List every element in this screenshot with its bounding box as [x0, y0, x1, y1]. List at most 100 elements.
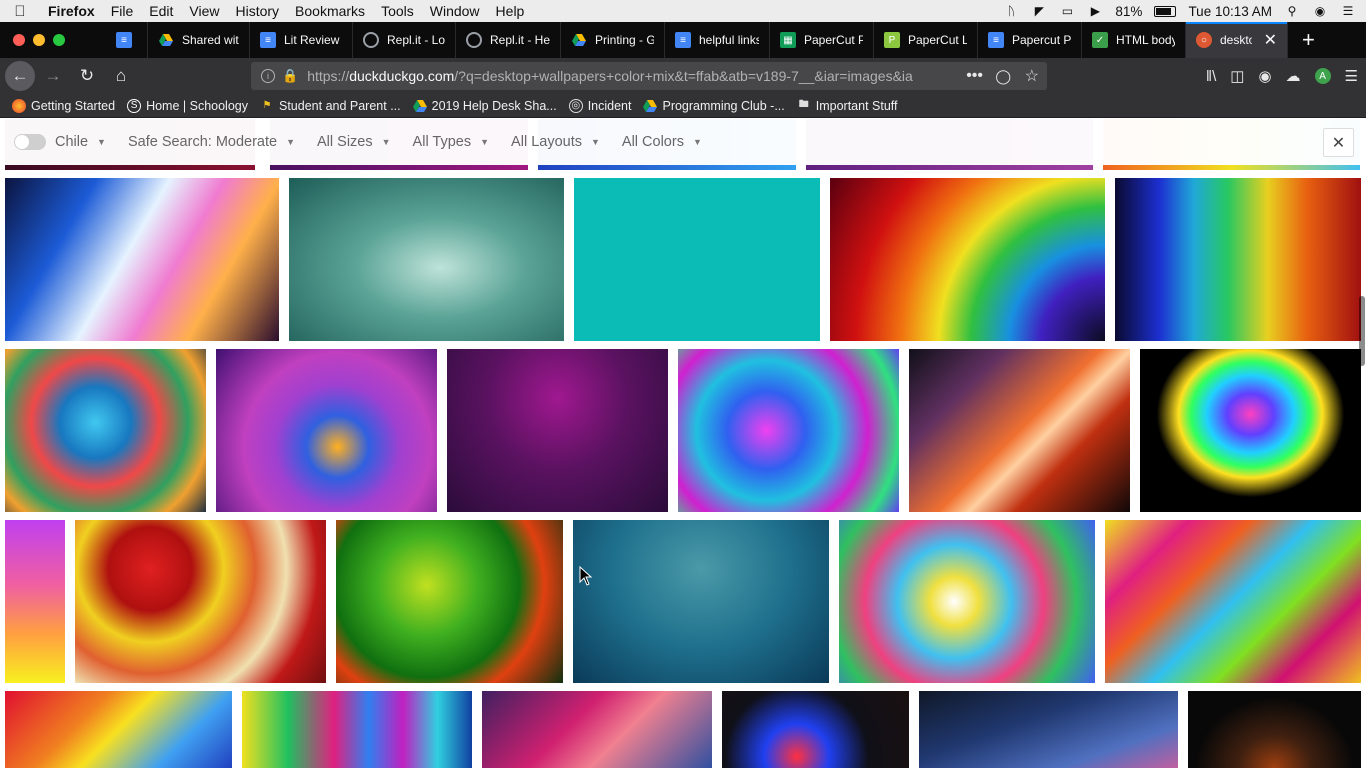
- reload-button[interactable]: ↻: [71, 60, 103, 92]
- tab-desktop-active[interactable]: ○ desktop ✕: [1186, 22, 1288, 58]
- home-button[interactable]: ⌂: [105, 60, 137, 92]
- sidebar-icon[interactable]: ◫: [1230, 67, 1244, 85]
- tab-replit-log[interactable]: Repl.it - Log: [353, 22, 456, 58]
- tab-shared-with[interactable]: Shared with: [148, 22, 250, 58]
- image-result-thumbnail[interactable]: [75, 520, 326, 683]
- battery-icon[interactable]: [1154, 5, 1177, 17]
- tab-helpful-links[interactable]: ≡ helpful links: [665, 22, 770, 58]
- image-result-thumbnail[interactable]: [482, 691, 712, 768]
- menu-window[interactable]: Window: [422, 3, 488, 19]
- tab-html-body[interactable]: ✓ HTML body: [1082, 22, 1186, 58]
- page-actions-icon[interactable]: •••: [966, 67, 983, 85]
- back-button[interactable]: ←: [5, 61, 35, 91]
- image-result-thumbnail[interactable]: [242, 691, 472, 768]
- image-result-thumbnail[interactable]: [1115, 178, 1361, 341]
- bookmark-help-desk[interactable]: 2019 Help Desk Sha...: [412, 99, 557, 113]
- image-result-thumbnail[interactable]: [839, 520, 1095, 683]
- menu-view[interactable]: View: [181, 3, 227, 19]
- menu-history[interactable]: History: [227, 3, 287, 19]
- secure-lock-icon[interactable]: 🔒: [282, 68, 298, 84]
- siri-icon[interactable]: ◉: [1312, 4, 1328, 18]
- image-result-thumbnail[interactable]: [1140, 349, 1361, 512]
- image-result-thumbnail[interactable]: [5, 520, 65, 683]
- bookmark-student-parent[interactable]: ⚑ Student and Parent ...: [260, 99, 401, 113]
- tab-replit-help[interactable]: Repl.it - Hel: [456, 22, 561, 58]
- types-dropdown[interactable]: All Types ▼: [413, 134, 490, 150]
- region-toggle[interactable]: [14, 134, 46, 150]
- sizes-dropdown[interactable]: All Sizes ▼: [317, 134, 391, 150]
- image-result-thumbnail[interactable]: [1188, 691, 1361, 768]
- battery-percent[interactable]: 81%: [1115, 4, 1142, 19]
- chevron-down-icon: ▼: [480, 137, 490, 147]
- image-result-thumbnail[interactable]: [573, 520, 829, 683]
- url-text[interactable]: https://duckduckgo.com/?q=desktop+wallpa…: [307, 68, 957, 84]
- image-result-thumbnail[interactable]: [447, 349, 668, 512]
- menu-help[interactable]: Help: [488, 3, 533, 19]
- wifi-icon[interactable]: ◤: [1031, 4, 1047, 18]
- colors-dropdown[interactable]: All Colors ▼: [622, 134, 702, 150]
- bookmark-schoology[interactable]: S Home | Schoology: [127, 98, 248, 113]
- notification-center-icon[interactable]: ☰: [1340, 4, 1356, 18]
- menu-bookmarks[interactable]: Bookmarks: [287, 3, 373, 19]
- image-result-thumbnail[interactable]: [5, 691, 232, 768]
- bluetooth-icon[interactable]: ᚢ: [1003, 4, 1019, 18]
- minimize-window-button[interactable]: [33, 34, 45, 46]
- close-window-button[interactable]: [13, 34, 25, 46]
- tab-printing[interactable]: Printing - G: [561, 22, 665, 58]
- close-tab-icon[interactable]: ✕: [1264, 30, 1277, 50]
- menu-clock[interactable]: Tue 10:13 AM: [1188, 4, 1272, 19]
- image-result-thumbnail[interactable]: [919, 691, 1178, 768]
- image-result-thumbnail[interactable]: [336, 520, 563, 683]
- bookmark-incident[interactable]: ◎ Incident: [568, 98, 631, 113]
- image-result-thumbnail[interactable]: [5, 349, 206, 512]
- apple-menu-icon[interactable]: : [0, 3, 40, 20]
- bookmark-getting-started[interactable]: Getting Started: [12, 98, 115, 113]
- tab-papercut-doc[interactable]: ≡ Papercut Pr: [978, 22, 1082, 58]
- pocket-icon[interactable]: ◯: [995, 68, 1011, 85]
- volume-icon[interactable]: ▶: [1087, 4, 1103, 18]
- menu-tools[interactable]: Tools: [373, 3, 422, 19]
- bookmark-star-icon[interactable]: ☆: [1025, 66, 1039, 86]
- safe-search-label: Safe Search: Moderate: [127, 134, 278, 150]
- image-result-thumbnail[interactable]: [1105, 520, 1361, 683]
- papercut-icon: P: [884, 32, 900, 48]
- tab-lit-review[interactable]: ≡ Lit Review -: [250, 22, 353, 58]
- menu-file[interactable]: File: [103, 3, 142, 19]
- tab-pinned-docs[interactable]: ≡: [106, 22, 148, 58]
- image-result-thumbnail[interactable]: [830, 178, 1105, 341]
- region-dropdown[interactable]: Chile ▼: [55, 134, 106, 150]
- account-icon[interactable]: ◉: [1258, 67, 1271, 85]
- bookmark-important-stuff[interactable]: 🖿 Important Stuff: [797, 99, 898, 113]
- site-info-icon[interactable]: i: [261, 69, 275, 83]
- menu-app-name[interactable]: Firefox: [40, 3, 103, 19]
- new-tab-button[interactable]: +: [1288, 27, 1329, 53]
- fullscreen-window-button[interactable]: [53, 34, 65, 46]
- hamburger-menu-icon[interactable]: ☰: [1345, 67, 1358, 85]
- image-result-thumbnail[interactable]: [678, 349, 899, 512]
- url-bar[interactable]: i 🔒 https://duckduckgo.com/?q=desktop+wa…: [251, 62, 1047, 90]
- bookmark-label: Programming Club -...: [662, 98, 785, 113]
- image-result-thumbnail[interactable]: [216, 349, 437, 512]
- tab-label: Printing - G: [595, 33, 654, 47]
- bookmark-programming-club[interactable]: Programming Club -...: [643, 98, 785, 113]
- extension-icon[interactable]: ☁: [1286, 67, 1301, 85]
- firefox-icon: [12, 98, 26, 113]
- globe-icon: ◎: [568, 98, 583, 113]
- forward-button[interactable]: →: [37, 60, 69, 92]
- page-scrollbar-thumb[interactable]: [1359, 296, 1365, 366]
- airplay-icon[interactable]: ▭: [1059, 4, 1075, 18]
- tab-papercut-pr[interactable]: ▦ PaperCut Pr: [770, 22, 874, 58]
- tab-papercut-lo[interactable]: P PaperCut Lo: [874, 22, 978, 58]
- close-filters-button[interactable]: ✕: [1323, 128, 1354, 157]
- image-result-thumbnail[interactable]: [574, 178, 820, 341]
- spotlight-search-icon[interactable]: ⚲: [1284, 4, 1300, 18]
- image-result-thumbnail[interactable]: [289, 178, 564, 341]
- image-result-thumbnail[interactable]: [909, 349, 1130, 512]
- layouts-dropdown[interactable]: All Layouts ▼: [511, 134, 600, 150]
- profile-avatar[interactable]: A: [1314, 68, 1331, 84]
- library-icon[interactable]: ‖\: [1206, 68, 1216, 85]
- safe-search-dropdown[interactable]: Safe Search: Moderate ▼: [128, 134, 295, 150]
- image-result-thumbnail[interactable]: [5, 178, 279, 341]
- menu-edit[interactable]: Edit: [141, 3, 181, 19]
- image-result-thumbnail[interactable]: [722, 691, 909, 768]
